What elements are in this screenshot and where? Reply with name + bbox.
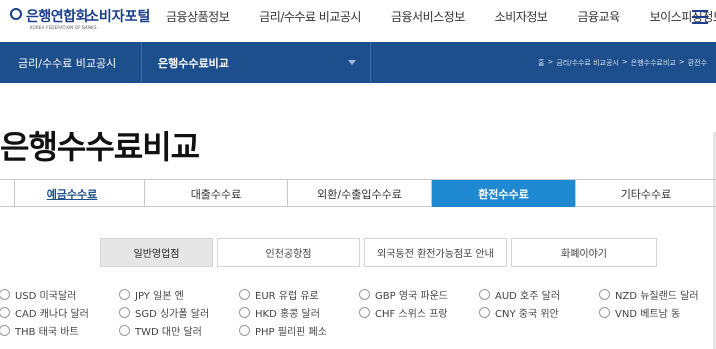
- currency-option-hkd[interactable]: HKD 홍콩 달러: [239, 305, 320, 320]
- currency-label: JPY 일본 엔: [135, 291, 184, 302]
- currency-option-chf[interactable]: CHF 스위스 프랑: [359, 305, 448, 320]
- radio-button[interactable]: [119, 325, 130, 336]
- radio-button[interactable]: [479, 307, 490, 318]
- tab-currency-exchange-fee[interactable]: 환전수수료: [432, 180, 576, 207]
- currency-option-cny[interactable]: CNY 중국 위안: [479, 305, 559, 320]
- currency-option-twd[interactable]: TWD 대만 달러: [119, 323, 202, 338]
- currency-label: USD 미국달러: [15, 291, 77, 302]
- nav-item-education[interactable]: 금융교육: [577, 8, 620, 25]
- menu-icon[interactable]: [692, 10, 708, 24]
- currency-option-cad[interactable]: CAD 캐나다 달러: [0, 305, 89, 320]
- nav-item-products[interactable]: 금융상품정보: [166, 8, 230, 25]
- subtab-coin-exchange-branches[interactable]: 외국동전 환전가능점포 안내: [364, 238, 507, 267]
- currency-label: NZD 뉴질랜드 달러: [615, 291, 699, 302]
- currency-option-thb[interactable]: THB 태국 바트: [0, 323, 79, 338]
- chevron-down-icon[interactable]: [348, 60, 356, 65]
- currency-option-vnd[interactable]: VND 베트남 동: [599, 305, 680, 320]
- breadcrumb-separator: >: [547, 58, 554, 66]
- radio-button[interactable]: [239, 325, 250, 336]
- radio-button[interactable]: [239, 307, 250, 318]
- divider: [141, 42, 142, 83]
- radio-button[interactable]: [479, 289, 490, 300]
- nav-item-consumer[interactable]: 소비자정보: [495, 8, 548, 25]
- breadcrumb-separator: >: [621, 58, 628, 66]
- breadcrumb-separator: >: [678, 58, 685, 66]
- tab-other-fee[interactable]: 기타수수료: [576, 180, 716, 207]
- currency-label: AUD 호주 달러: [495, 291, 561, 302]
- subtab-incheon-airport[interactable]: 인천공항점: [217, 238, 360, 267]
- currency-label: VND 베트남 동: [615, 309, 681, 320]
- radio-button[interactable]: [359, 289, 370, 300]
- breadcrumb-current: 환전수: [687, 59, 708, 67]
- page-title: 은행수수료비교: [0, 128, 200, 166]
- radio-button[interactable]: [599, 289, 610, 300]
- currency-label: GBP 영국 파운드: [375, 291, 448, 302]
- tab-deposit-fee[interactable]: 예금수수료: [0, 180, 145, 207]
- currency-option-gbp[interactable]: GBP 영국 파운드: [359, 287, 448, 302]
- top-navigation: 금융상품정보 금리/수수료 비교공시 금융서비스정보 소비자정보 금융교육 보이…: [166, 8, 716, 25]
- currency-label: SGD 싱가폴 달러: [135, 309, 210, 320]
- currency-label: PHP 필리핀 페소: [255, 327, 327, 338]
- subtab-currency-story[interactable]: 화폐이야기: [511, 238, 657, 267]
- tab-loan-fee[interactable]: 대출수수료: [145, 180, 288, 207]
- currency-label: CNY 중국 위안: [495, 309, 559, 320]
- radio-button[interactable]: [239, 289, 250, 300]
- radio-button[interactable]: [0, 325, 10, 336]
- subtab-general-branch[interactable]: 일반영업점: [100, 238, 213, 267]
- currency-option-usd[interactable]: USD 미국달러: [0, 287, 76, 302]
- breadcrumb-page[interactable]: 은행수수료비교: [631, 58, 676, 68]
- breadcrumb-section[interactable]: 금리/수수료 비교공시: [556, 58, 619, 68]
- fee-category-tabs: 예금수수료 대출수수료 외환/수출입수수료 환전수수료 기타수수료: [0, 179, 716, 207]
- radio-button[interactable]: [359, 307, 370, 318]
- tab-foreign-exchange-fee[interactable]: 외환/수출입수수료: [288, 180, 432, 207]
- currency-label: CHF 스위스 프랑: [375, 309, 448, 320]
- site-header: 은행연합회 KOREA FEDERATION OF BANKS 소비자포털 금융…: [0, 0, 716, 42]
- radio-button[interactable]: [0, 307, 10, 318]
- currency-label: THB 태국 바트: [15, 327, 79, 338]
- site-logo[interactable]: 은행연합회 KOREA FEDERATION OF BANKS 소비자포털: [0, 0, 160, 42]
- sub-navigation-bar: 금리/수수료 비교공시 은행수수료비교 홈 > 금리/수수료 비교공시 > 은행…: [0, 42, 716, 83]
- logo-main-text: 은행연합회: [26, 9, 88, 25]
- branch-subtabs: 일반영업점 인천공항점 외국동전 환전가능점포 안내 화폐이야기: [100, 238, 661, 267]
- current-page-selector[interactable]: 은행수수료비교: [158, 55, 229, 71]
- currency-option-php[interactable]: PHP 필리핀 페소: [239, 323, 327, 338]
- logo-mark-icon: [10, 8, 22, 20]
- currency-option-nzd[interactable]: NZD 뉴질랜드 달러: [599, 287, 699, 302]
- radio-button[interactable]: [599, 307, 610, 318]
- currency-option-sgd[interactable]: SGD 싱가폴 달러: [119, 305, 209, 320]
- radio-button[interactable]: [119, 307, 130, 318]
- currency-label: CAD 캐나다 달러: [15, 309, 89, 320]
- breadcrumb-home[interactable]: 홈: [538, 58, 544, 68]
- radio-button[interactable]: [0, 289, 10, 300]
- section-label[interactable]: 금리/수수료 비교공시: [18, 55, 116, 71]
- currency-option-aud[interactable]: AUD 호주 달러: [479, 287, 560, 302]
- nav-item-rates[interactable]: 금리/수수료 비교공시: [259, 8, 361, 25]
- currency-option-eur[interactable]: EUR 유럽 유로: [239, 287, 319, 302]
- currency-label: TWD 대만 달러: [135, 327, 202, 338]
- divider: [14, 179, 15, 207]
- currency-label: HKD 홍콩 달러: [255, 309, 320, 320]
- radio-button[interactable]: [119, 289, 130, 300]
- logo-portal-text: 소비자포털: [86, 9, 151, 25]
- breadcrumb: 홈 > 금리/수수료 비교공시 > 은행수수료비교 > 환전수: [538, 58, 710, 68]
- nav-item-services[interactable]: 금융서비스정보: [391, 8, 465, 25]
- divider: [370, 42, 371, 83]
- currency-label: EUR 유럽 유로: [255, 291, 319, 302]
- currency-option-jpy[interactable]: JPY 일본 엔: [119, 287, 184, 302]
